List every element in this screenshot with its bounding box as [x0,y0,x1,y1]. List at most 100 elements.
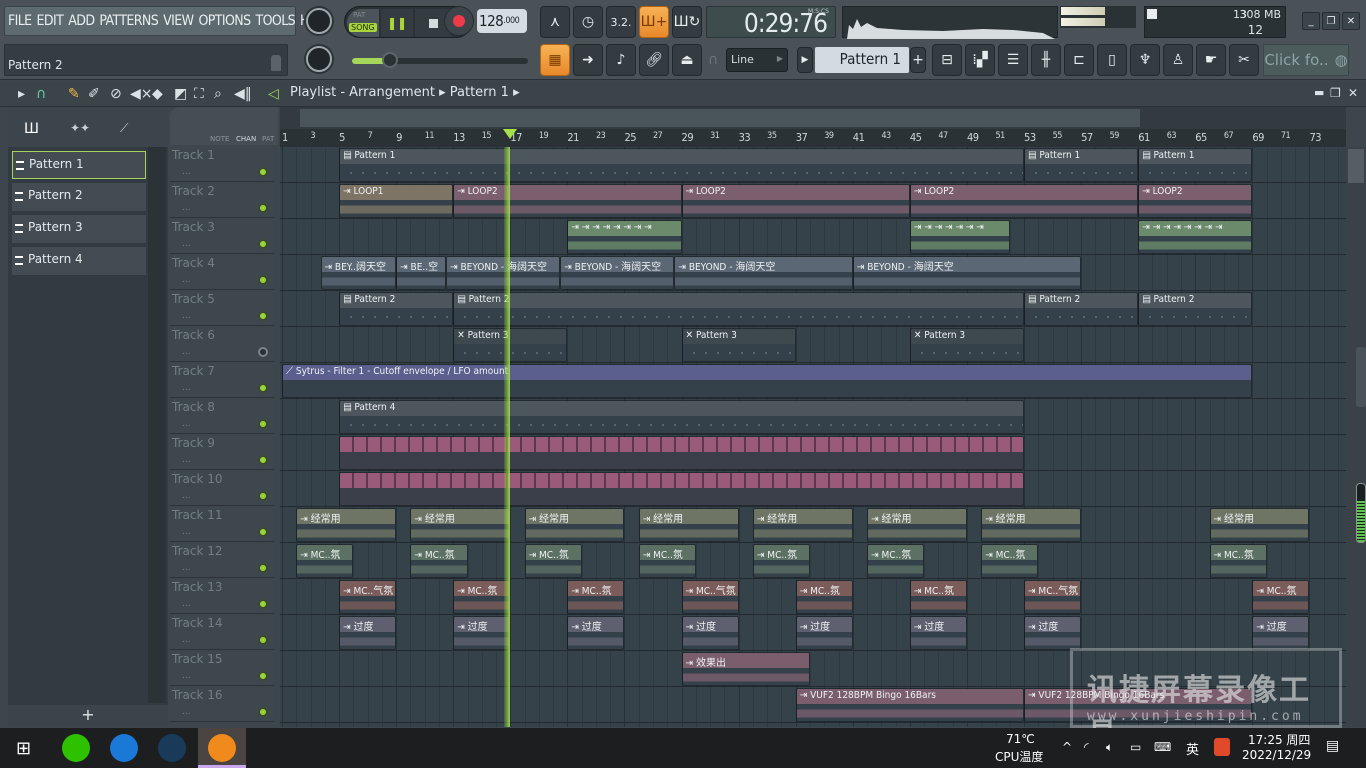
playlist-clip[interactable]: ⇥ VUF2 128BPM Bingo 16Bars [795,688,1025,722]
playlist-clip[interactable]: ⇥ 效果出 [681,652,810,686]
pattern-item[interactable]: Pattern 1 [12,151,146,179]
pattern-prev-button[interactable]: ▶ [797,47,813,73]
keyboard-icon[interactable]: ⌨ [1154,740,1171,754]
zoom-tool-icon[interactable]: ⌕ [214,86,222,102]
track-header[interactable]: Track 14... [170,615,274,650]
pattern-list-scrollbar[interactable] [148,147,166,703]
menu-file[interactable]: FILE [8,13,32,29]
track-header[interactable]: Track 16... [170,687,274,722]
playlist-clip[interactable]: ⇥ 过度 [1024,616,1082,650]
playlist-clip[interactable]: ⇥ MC..氛 [981,544,1039,578]
wechat-icon[interactable] [62,734,90,762]
playlist-clip[interactable]: ⇥ MC..氛 [567,580,625,614]
track-header[interactable]: Track 2... [170,183,274,218]
track-header[interactable]: Track 9... [170,435,274,470]
track-mute-led[interactable] [258,455,268,465]
tab-audio-icon[interactable]: ✦✦ [70,121,90,135]
track-mute-led[interactable] [258,527,268,537]
playlist-clip[interactable]: ⇥ BEYOND - 海阔天空 [674,256,853,290]
pattern-list-button[interactable]: ☰ [998,44,1028,76]
slider-thumb[interactable] [382,52,398,68]
clock-time[interactable]: 17:25 周四 [1248,731,1310,748]
menu-edit[interactable]: EDIT [37,13,64,29]
track-mute-led[interactable] [258,491,268,501]
chan-label[interactable]: CHAN [236,135,256,143]
track-header[interactable]: Track 10... [170,471,274,506]
track-header[interactable]: Track 6... [170,327,274,362]
playlist-clip[interactable]: ⇥ BEY..阔天空 [320,256,397,290]
playlist-clip[interactable]: ⟋ Sytrus - Filter 1 - Cutoff envelope / … [282,364,1253,398]
playlist-clip[interactable]: ⇥ LOOP2 [1138,184,1253,218]
pat-header-label[interactable]: PAT [262,135,274,143]
tab-patterns-icon[interactable]: Ш [24,121,39,137]
playlist-grid[interactable]: ▤ Pattern 1 ▤ Pattern 1 ▤ Pattern 1 ⇥ LOOP1… [280,147,1346,727]
track-header[interactable]: Track 8... [170,399,274,434]
playlist-clip[interactable]: ⇥ LOOP2 [909,184,1139,218]
playlist-clip[interactable]: ⇥ 过度 [909,616,967,650]
playlist-clip[interactable]: ⇥ BE..空 [396,256,447,290]
menu-add[interactable]: ADD [68,13,95,29]
minimize-button[interactable]: _ [1302,12,1320,30]
slip-tool-icon[interactable]: ◆ [152,86,163,102]
countdown-button[interactable]: 3.2. [606,6,636,38]
track-header[interactable]: Track 5... [170,291,274,326]
playlist-clip[interactable]: ⇥ MC..氛 [524,544,582,578]
playlist-clip[interactable]: ✕ Pattern 3 [453,328,568,362]
playlist-clip[interactable]: ⇥ MC..氛 [1252,580,1310,614]
playlist-view-button[interactable]: ⊟ [932,44,962,76]
menu-patterns[interactable]: PATTERNS [99,13,158,29]
playlist-clip[interactable]: ▤ Pattern 1 [339,148,1025,182]
playlist-clip[interactable]: ⇥ ⇥ ⇥ ⇥ ⇥ ⇥ ⇥ ⇥ [567,220,682,254]
plugin-picker-button[interactable]: ♆ [1130,44,1160,76]
playlist-clip[interactable]: ✕ Pattern 3 [681,328,796,362]
add-pattern-clip-button[interactable]: + [8,705,168,727]
track-mute-led[interactable] [258,275,268,285]
pencil-tool-icon[interactable]: ✎ [68,86,80,102]
playlist-clip[interactable]: ⇥ LOOP2 [453,184,682,218]
metronome-button[interactable]: ⋏ [540,6,570,38]
playback-tool-icon[interactable]: ◀‖ [234,86,252,102]
pattern-item[interactable]: Pattern 3 [12,215,146,243]
delete-tool-icon[interactable]: ⊘ [110,86,122,102]
playlist-clip[interactable] [339,472,1025,506]
playlist-clip[interactable]: ⇥ 经常用 [1209,508,1310,542]
track-header[interactable]: Track 7... [170,363,274,398]
track-mute-led[interactable] [258,419,268,429]
playlist-clip[interactable]: ⇥ MC..氛 [795,580,853,614]
track-header[interactable]: Track 12... [170,543,274,578]
track-mute-led[interactable] [258,347,268,357]
track-header[interactable]: Track 1... [170,147,274,182]
playlist-clip[interactable]: ▤ Pattern 2 [339,292,454,326]
overview-thumb[interactable] [300,109,1140,127]
steam-icon[interactable] [158,734,186,762]
playlist-clip[interactable]: ⇥ MC..氛 [752,544,810,578]
playlist-clip[interactable]: ⇥ MC..氛 [867,544,925,578]
recording-button[interactable]: ♙ [1163,44,1193,76]
tab-automation-icon[interactable]: ⟋ [120,121,128,136]
master-volume-knob[interactable] [306,8,332,34]
playlist-clip[interactable]: ▤ Pattern 2 [1024,292,1139,326]
playlist-clip[interactable]: ⇥ MC..氛 [296,544,354,578]
vertical-scrollbar[interactable] [1346,147,1366,727]
pattern-item[interactable]: Pattern 2 [12,183,146,211]
playlist-clip[interactable]: ⇥ BEYOND - 海阔天空 [446,256,561,290]
playlist-clip[interactable]: ⇥ ⇥ ⇥ ⇥ ⇥ ⇥ ⇥ ⇥ [1138,220,1253,254]
mixer-knob-button[interactable]: ⏏ [672,44,702,76]
track-mute-led[interactable] [258,383,268,393]
track-mute-led[interactable] [258,563,268,573]
playhead-marker[interactable] [503,129,518,139]
playlist-clip[interactable]: ⇥ MC..氛 [638,544,696,578]
clock-date[interactable]: 2022/12/29 [1242,748,1311,762]
playlist-clip[interactable]: ⇥ 经常用 [524,508,625,542]
master-pitch-knob[interactable] [306,46,332,72]
cpu-panel[interactable]: 13 308 MB 12 [1144,6,1286,38]
fl-studio-taskbar-item[interactable] [198,728,246,768]
playlist-clip[interactable]: ⇥ LOOP2 [681,184,910,218]
channel-rack-button[interactable]: ⁞▞ [965,44,995,76]
time-display[interactable]: M:S:CS 0:29:76 [706,6,836,39]
record-button[interactable] [444,6,474,36]
note-label[interactable]: NOTE [210,135,229,143]
menu-view[interactable]: VIEW [163,13,194,29]
playlist-minimize-icon[interactable]: ▬ [1314,86,1324,99]
playlist-clip[interactable]: ▤ Pattern 2 [1138,292,1253,326]
